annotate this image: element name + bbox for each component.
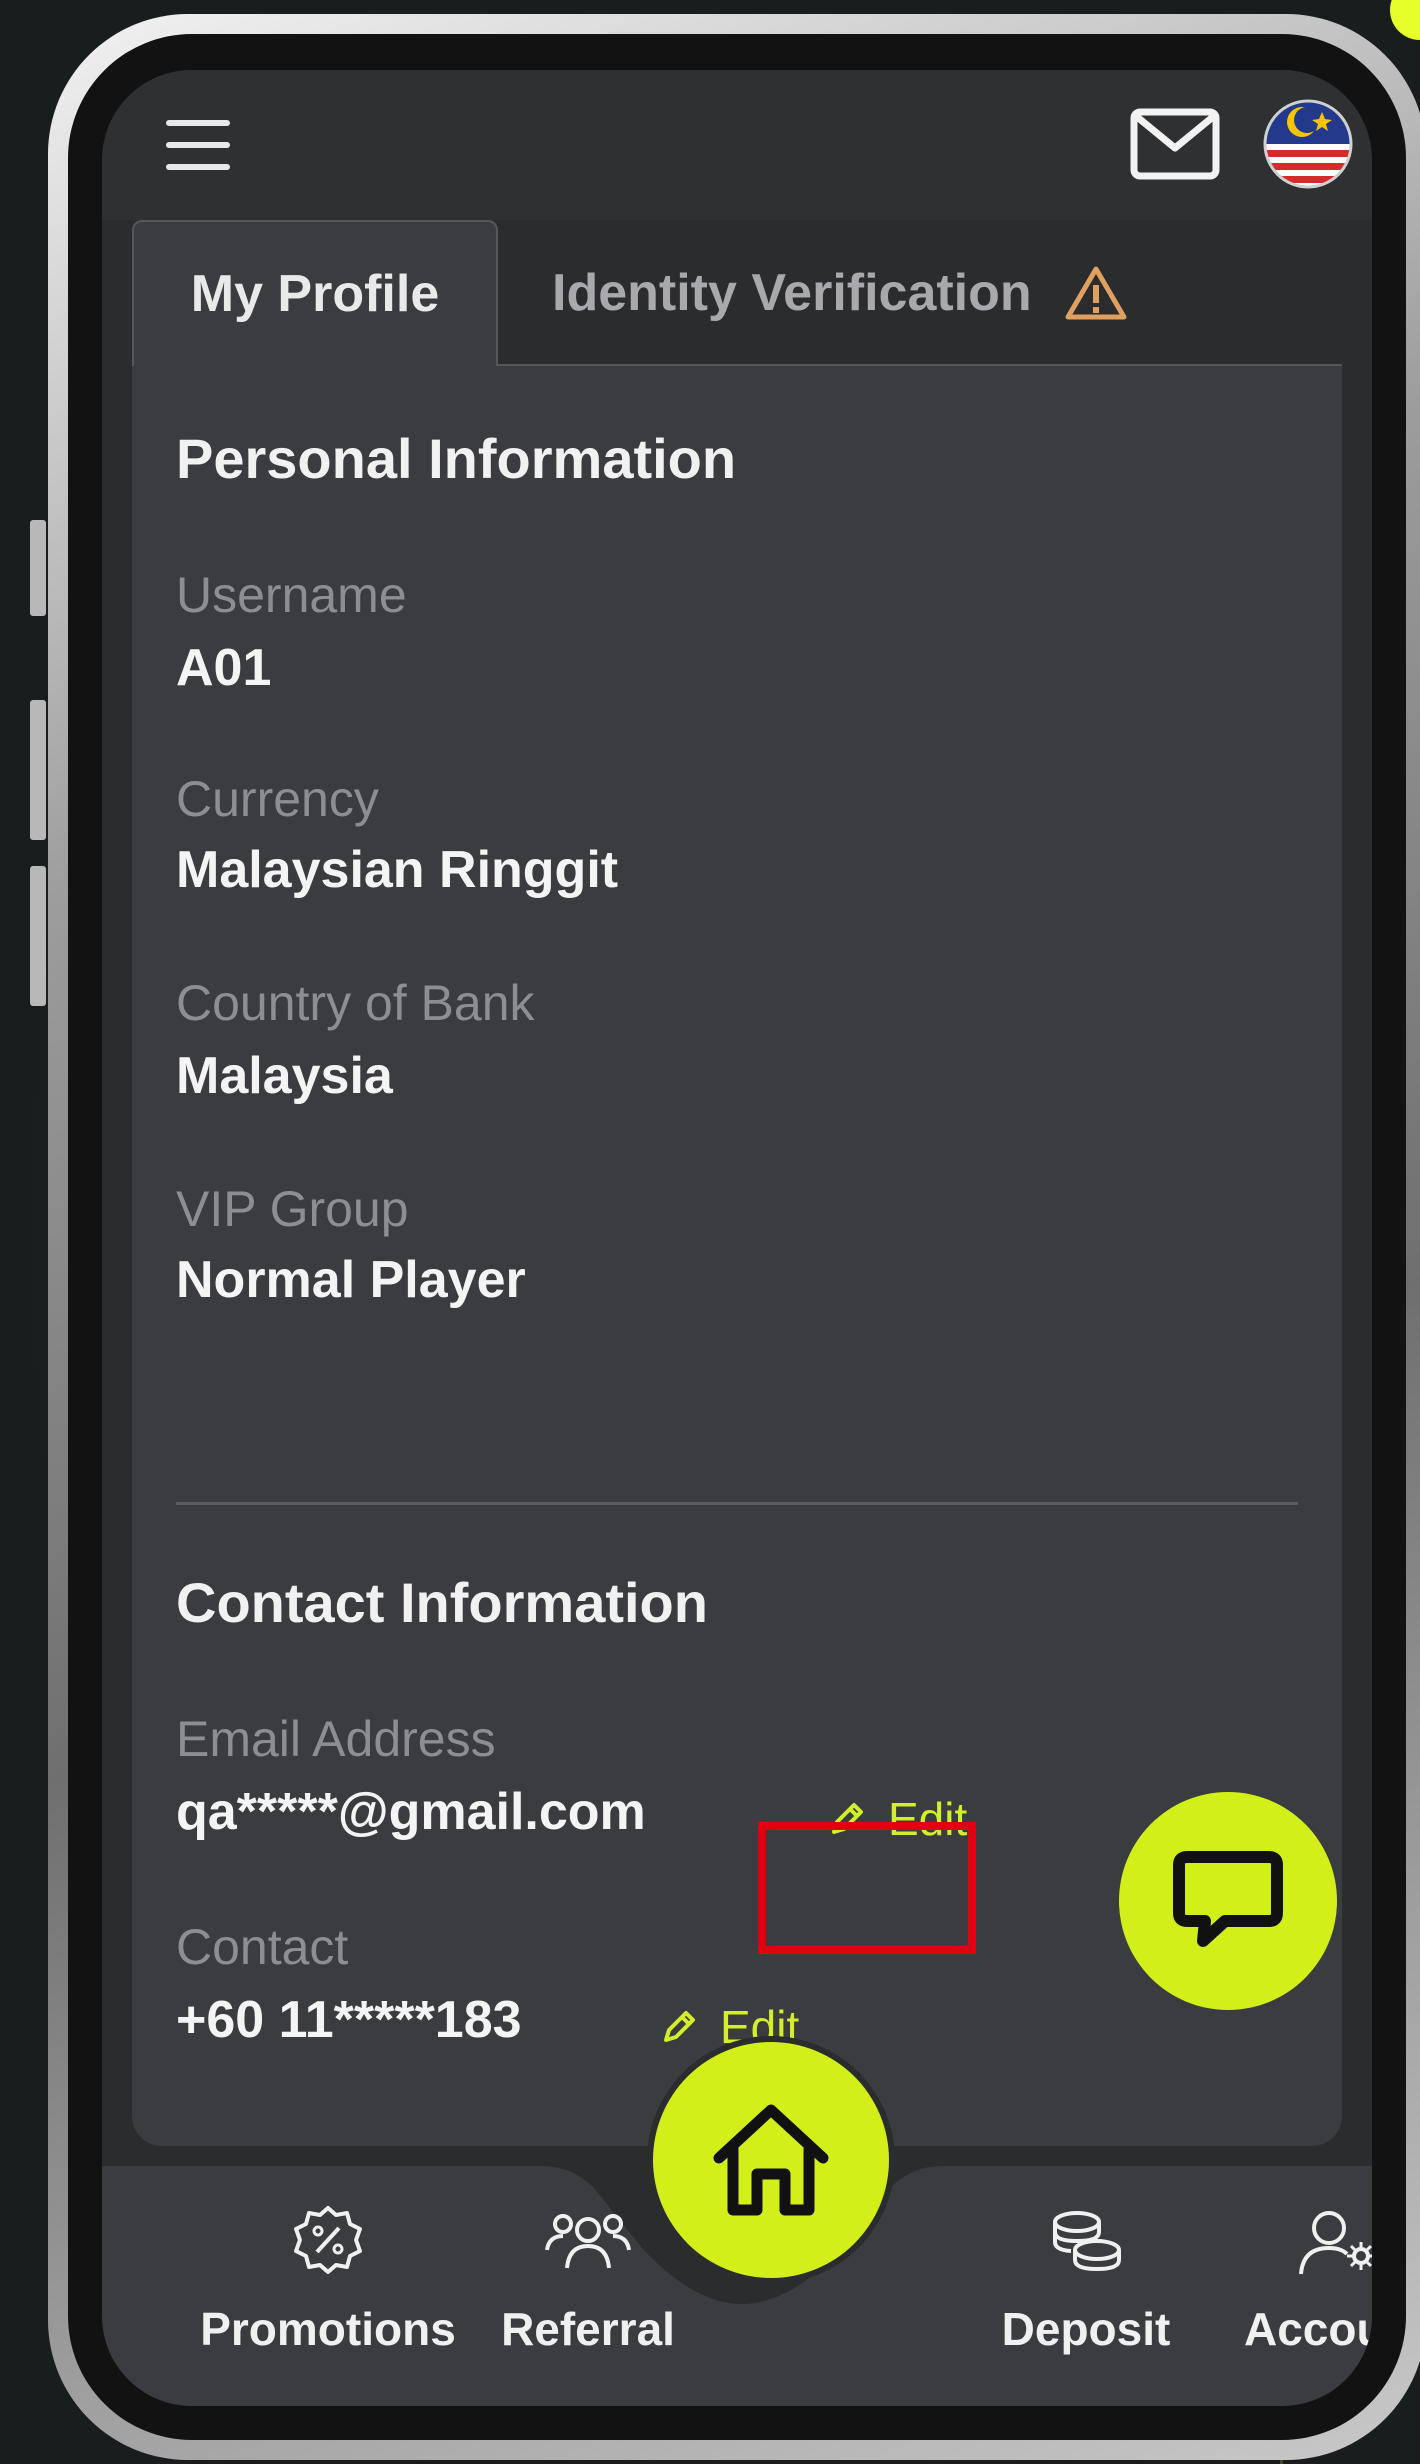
nav-deposit-label: Deposit xyxy=(1001,2303,1171,2355)
country-of-bank-value: Malaysia xyxy=(176,1047,393,1105)
referral-users-icon xyxy=(545,2214,631,2269)
vip-group-value: Normal Player xyxy=(176,1251,526,1309)
section-divider xyxy=(176,1502,1298,1505)
home-button[interactable] xyxy=(653,2042,889,2278)
vip-group-label: VIP Group xyxy=(176,1181,409,1237)
username-value: A01 xyxy=(176,639,272,697)
phone-bezel: My Profile Identity Verification Persona… xyxy=(68,34,1406,2440)
account-settings-icon xyxy=(1299,2211,1372,2275)
side-button-mute xyxy=(30,520,46,616)
contact-label: Contact xyxy=(176,1919,349,1975)
chat-button[interactable] xyxy=(1119,1792,1337,2010)
currency-value: Malaysian Ringgit xyxy=(176,841,619,899)
side-button-volume-up xyxy=(30,700,46,840)
nav-promotions-label: Promotions xyxy=(200,2303,456,2355)
top-bar xyxy=(102,70,1372,220)
pencil-icon xyxy=(664,2011,695,2042)
corner-accent xyxy=(1390,0,1420,40)
warning-icon xyxy=(1065,266,1127,320)
side-button-volume-down xyxy=(30,866,46,1006)
email-edit-highlight xyxy=(758,1822,976,1954)
promotion-badge-icon xyxy=(294,2206,362,2274)
tab-bar: My Profile Identity Verification xyxy=(132,220,1342,366)
stage: My Profile Identity Verification Persona… xyxy=(0,0,1420,2464)
currency-label: Currency xyxy=(176,771,379,827)
contact-information-title: Contact Information xyxy=(176,1571,708,1634)
tab-my-profile[interactable]: My Profile xyxy=(132,220,498,366)
hamburger-icon[interactable] xyxy=(166,120,230,170)
nav-account-label: Account xyxy=(1244,2303,1372,2355)
malaysia-flag-icon[interactable] xyxy=(1262,98,1354,190)
nav-referral-label: Referral xyxy=(501,2303,675,2355)
nav-promotions[interactable]: Promotions xyxy=(198,2202,458,2356)
personal-information-title: Personal Information xyxy=(176,427,737,490)
email-address-value: qa*****@gmail.com xyxy=(176,1783,646,1841)
home-icon xyxy=(713,2104,829,2216)
country-of-bank-label: Country of Bank xyxy=(176,975,535,1031)
email-address-label: Email Address xyxy=(176,1711,496,1767)
username-label: Username xyxy=(176,567,407,623)
tab-identity-verification-label: Identity Verification xyxy=(552,264,1032,322)
app-screen: My Profile Identity Verification Persona… xyxy=(102,70,1372,2406)
nav-account[interactable]: Account xyxy=(1206,2202,1372,2356)
tab-identity-verification[interactable]: Identity Verification xyxy=(552,220,1128,366)
contact-value: +60 11*****183 xyxy=(176,1991,522,2049)
phone-frame: My Profile Identity Verification Persona… xyxy=(48,14,1420,2460)
tab-my-profile-label: My Profile xyxy=(190,265,440,323)
nav-deposit[interactable]: Deposit xyxy=(956,2202,1216,2356)
coins-icon xyxy=(1053,2211,1121,2272)
chat-icon xyxy=(1173,1851,1283,1947)
mail-icon[interactable] xyxy=(1130,108,1220,180)
